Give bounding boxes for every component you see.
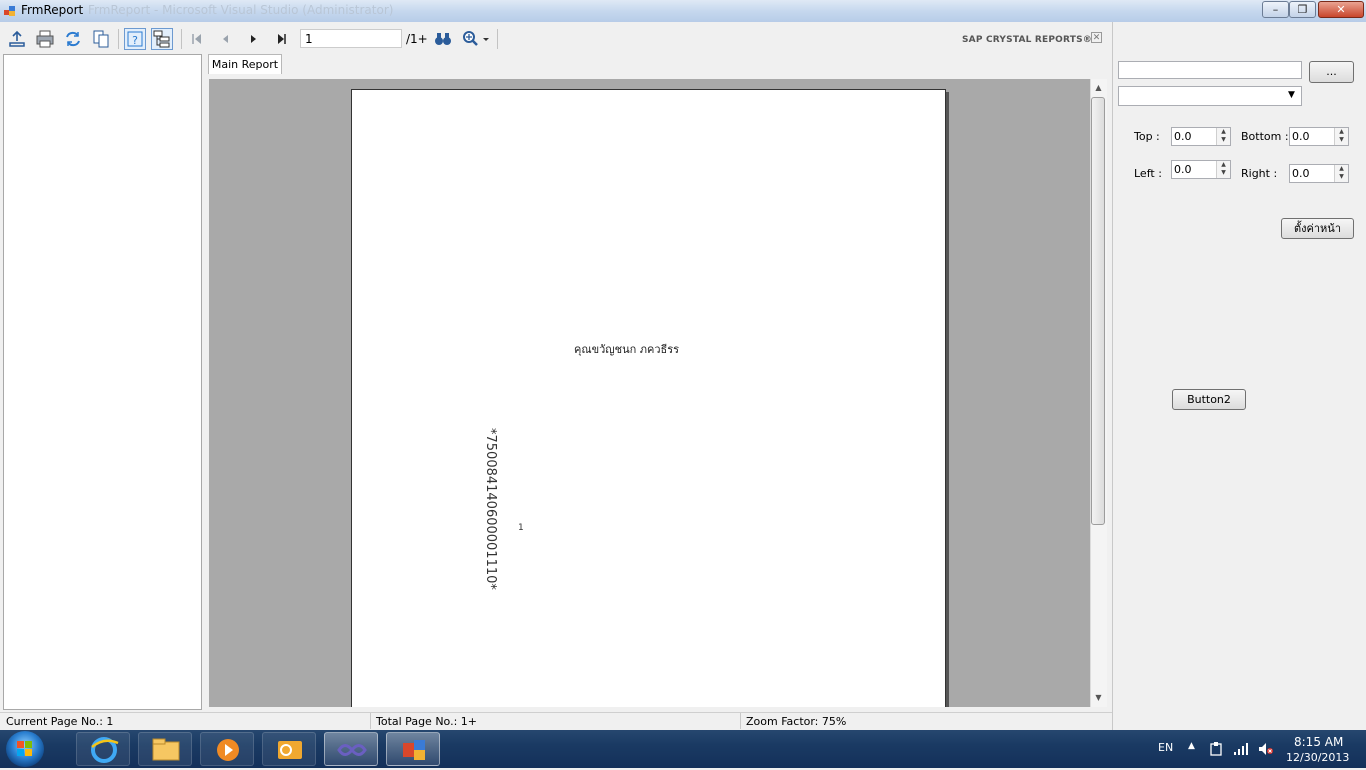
barcode-field: *750084140600001110* <box>483 428 498 590</box>
spin-arrows-icon[interactable]: ▲ ▼ <box>1216 161 1230 178</box>
status-zoom: Zoom Factor: 75% <box>746 715 847 728</box>
window-title-ghost: FrmReport - Microsoft Visual Studio (Adm… <box>88 3 394 17</box>
top-margin-value: 0.0 <box>1174 130 1192 143</box>
status-separator <box>370 713 371 729</box>
export-icon[interactable] <box>6 28 28 50</box>
clock-time[interactable]: 8:15 AM <box>1294 735 1343 749</box>
printer-select[interactable] <box>1118 86 1302 106</box>
help-icon[interactable]: ? <box>124 28 146 50</box>
scroll-down-icon[interactable]: ▼ <box>1092 691 1105 705</box>
right-margin-label: Right : <box>1241 167 1278 180</box>
sap-crystal-brand: SAP CRYSTAL REPORTS® <box>962 35 1092 45</box>
first-page-icon[interactable] <box>186 28 208 50</box>
toolbar-separator <box>181 29 182 49</box>
left-margin-label: Left : <box>1134 167 1162 180</box>
app-icon <box>3 4 17 18</box>
copy-icon[interactable] <box>90 28 112 50</box>
status-total-page: Total Page No.: 1+ <box>376 715 477 728</box>
close-button[interactable]: ✕ <box>1318 1 1364 18</box>
taskbar-frmreport-icon[interactable] <box>386 732 440 766</box>
minimize-button[interactable]: – <box>1262 1 1289 18</box>
tab-main-report[interactable]: Main Report <box>208 54 282 74</box>
left-margin-value: 0.0 <box>1174 163 1192 176</box>
toolbar-separator <box>497 29 498 49</box>
spin-arrows-icon[interactable]: ▲ ▼ <box>1334 165 1348 182</box>
scrollbar-thumb[interactable] <box>1091 97 1105 525</box>
previous-page-icon[interactable] <box>214 28 236 50</box>
file-path-input[interactable] <box>1118 61 1302 79</box>
action-center-icon[interactable] <box>1209 742 1223 759</box>
page-total-label: /1+ <box>406 32 428 46</box>
zoom-icon[interactable] <box>460 28 492 50</box>
scroll-up-icon[interactable]: ▲ <box>1092 81 1105 95</box>
refresh-icon[interactable] <box>62 28 84 50</box>
print-icon[interactable] <box>34 28 56 50</box>
taskbar-visual-studio-icon[interactable] <box>324 732 378 766</box>
find-binoculars-icon[interactable] <box>432 28 454 50</box>
start-button[interactable] <box>6 731 44 767</box>
status-current-page: Current Page No.: 1 <box>6 715 114 728</box>
chevron-down-icon[interactable]: ▼ <box>1288 90 1295 100</box>
report-preview-area: คุณขวัญชนก ภควธีรร *750084140600001110* … <box>209 79 1090 707</box>
last-page-icon[interactable] <box>270 28 292 50</box>
clock-date[interactable]: 12/30/2013 <box>1286 751 1349 764</box>
report-page-number: 1 <box>518 523 524 533</box>
spin-arrows-icon[interactable]: ▲ ▼ <box>1216 128 1230 145</box>
customer-name-field: คุณขวัญชนก ภควธีรร <box>574 343 680 356</box>
show-hidden-icons-icon[interactable]: ▲ <box>1188 741 1195 751</box>
status-separator <box>740 713 741 729</box>
spin-arrows-icon[interactable]: ▲ ▼ <box>1334 128 1348 145</box>
button2[interactable]: Button2 <box>1172 389 1246 410</box>
taskbar-explorer-icon[interactable] <box>138 732 192 766</box>
top-margin-label: Top : <box>1134 130 1160 143</box>
status-bar <box>0 712 1112 731</box>
volume-muted-icon[interactable] <box>1258 742 1274 759</box>
svg-text:?: ? <box>132 34 138 47</box>
bottom-margin-value: 0.0 <box>1292 130 1310 143</box>
right-margin-value: 0.0 <box>1292 167 1310 180</box>
group-tree-panel[interactable] <box>3 54 202 710</box>
taskbar-ie-icon[interactable] <box>76 732 130 766</box>
next-page-icon[interactable] <box>242 28 264 50</box>
browse-button[interactable]: ... <box>1309 61 1354 83</box>
window-title: FrmReport <box>21 3 84 17</box>
taskbar-outlook-icon[interactable] <box>262 732 316 766</box>
viewer-close-icon[interactable]: ✕ <box>1091 32 1102 43</box>
language-indicator[interactable]: EN <box>1158 741 1173 754</box>
report-page: คุณขวัญชนก ภควธีรร *750084140600001110* … <box>351 89 946 707</box>
goto-page-input[interactable] <box>300 29 402 48</box>
page-shadow <box>946 92 949 707</box>
bottom-margin-label: Bottom : <box>1241 130 1289 143</box>
network-icon[interactable] <box>1233 742 1249 759</box>
page-setup-button[interactable]: ตั้งค่าหน้า <box>1281 218 1354 239</box>
taskbar-media-player-icon[interactable] <box>200 732 254 766</box>
group-tree-toggle-icon[interactable] <box>151 28 173 50</box>
toolbar-separator <box>118 29 119 49</box>
maximize-button[interactable]: ❐ <box>1289 1 1316 18</box>
